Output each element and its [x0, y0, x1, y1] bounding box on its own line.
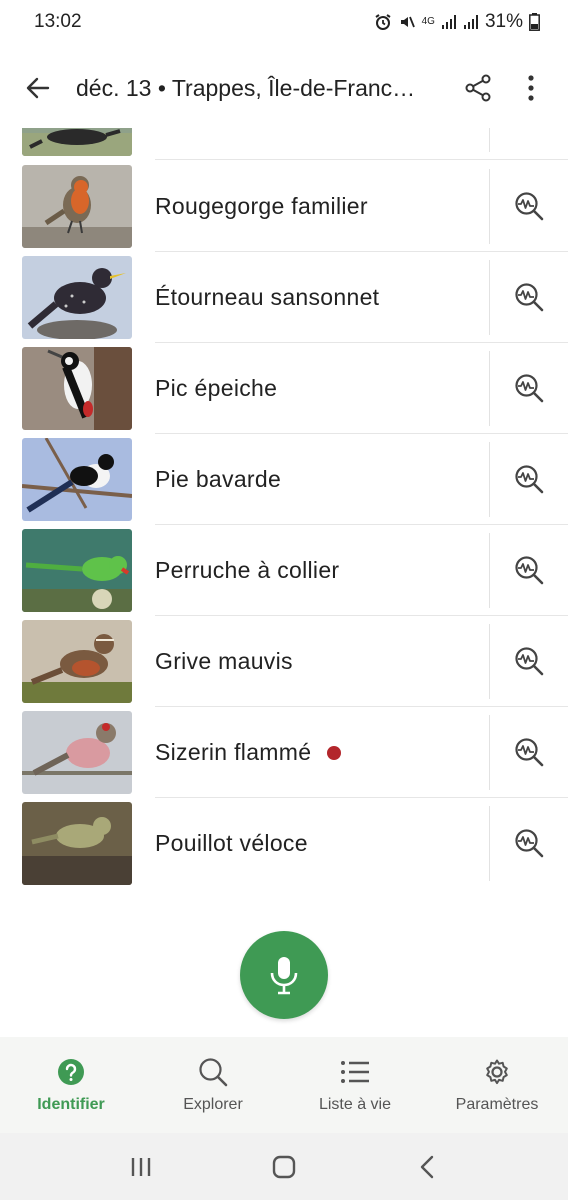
bird-photo	[22, 620, 132, 703]
recent-apps-icon	[132, 1157, 151, 1176]
spectrogram-search-icon	[515, 738, 544, 767]
bird-name: Grive mauvis	[155, 648, 293, 674]
tab-life-list[interactable]: Liste à vie	[284, 1037, 426, 1133]
page-title: déc. 13 • Trappes, Île-de-Franc…	[76, 74, 416, 101]
spectrogram-search-button[interactable]	[506, 365, 552, 411]
status-time: 13:02	[34, 11, 82, 32]
list-item[interactable]: Sizerin flammé	[0, 707, 568, 798]
battery-percent: 31%	[484, 11, 523, 32]
recent-apps-button[interactable]	[111, 1142, 171, 1192]
spectrogram-search-icon	[515, 192, 544, 221]
spectrogram-search-icon	[515, 283, 544, 312]
bird-photo	[22, 711, 132, 794]
signal-icon	[441, 15, 456, 29]
tab-label: Explorer	[183, 1096, 243, 1113]
bird-name: Pic épeiche	[155, 375, 278, 401]
tab-identify[interactable]: Identifier	[0, 1037, 142, 1133]
status-icons: 4G 31%	[374, 11, 540, 33]
app-bar: déc. 13 • Trappes, Île-de-Franc…	[0, 56, 568, 120]
signal-icon-2	[463, 15, 478, 29]
spectrogram-search-button[interactable]	[506, 729, 552, 775]
gear-icon	[486, 1059, 508, 1085]
bird-photo	[22, 438, 132, 521]
list-item[interactable]: Étourneau sansonnet	[0, 252, 568, 343]
status-bar: 13:02 4G 31%	[0, 0, 568, 44]
tab-settings[interactable]: Paramètres	[426, 1037, 568, 1133]
share-button[interactable]	[450, 56, 506, 120]
mute-icon	[400, 16, 415, 28]
bird-name: Pie bavarde	[155, 466, 282, 492]
bottom-navigation: Identifier Explorer Liste à vie Paramètr…	[0, 1037, 568, 1133]
bird-photo	[22, 529, 132, 612]
network-type: 4G	[421, 16, 435, 27]
spectrogram-search-button[interactable]	[506, 183, 552, 229]
tab-label: Identifier	[37, 1096, 105, 1113]
tab-label: Paramètres	[455, 1096, 539, 1113]
record-button[interactable]	[240, 931, 328, 1019]
bird-name: Sizerin flammé	[155, 739, 312, 765]
chevron-left-icon	[420, 1155, 433, 1178]
spectrogram-search-icon	[515, 829, 544, 858]
bird-name: Perruche à collier	[155, 557, 340, 583]
alarm-icon	[375, 14, 391, 30]
arrow-left-icon	[26, 77, 50, 99]
system-navigation-bar	[0, 1133, 568, 1200]
list-item[interactable]: Grive mauvis	[0, 616, 568, 707]
bird-name: Rougegorge familier	[155, 193, 368, 219]
spectrogram-search-button[interactable]	[506, 274, 552, 320]
list-item[interactable]: Pie bavarde	[0, 434, 568, 525]
bird-name: Étourneau sansonnet	[155, 284, 380, 310]
bird-photo	[22, 802, 132, 885]
list-item[interactable]: Pic épeiche	[0, 343, 568, 434]
list-item[interactable]: Perruche à collier	[0, 525, 568, 616]
spectrogram-search-icon	[515, 374, 544, 403]
list-item[interactable]	[0, 128, 568, 160]
list-item[interactable]: Pouillot véloce	[0, 798, 568, 889]
battery-icon	[529, 13, 540, 31]
home-icon	[272, 1155, 296, 1178]
more-vert-icon	[528, 75, 534, 101]
spectrogram-search-button[interactable]	[506, 456, 552, 502]
more-options-button[interactable]	[506, 56, 556, 120]
tab-explore[interactable]: Explorer	[142, 1037, 284, 1133]
bird-name-with-new-marker: Sizerin flammé	[155, 707, 342, 798]
bird-photo	[22, 128, 132, 156]
help-circle-icon	[58, 1059, 84, 1085]
bird-photo	[22, 165, 132, 248]
spectrogram-search-button[interactable]	[506, 820, 552, 866]
tab-label: Liste à vie	[318, 1096, 392, 1113]
bird-name: Pouillot véloce	[155, 830, 308, 856]
list-icon	[341, 1061, 369, 1083]
spectrogram-search-icon	[515, 556, 544, 585]
new-species-dot	[327, 745, 342, 760]
list-item[interactable]: Rougegorge familier	[0, 161, 568, 252]
microphone-icon	[270, 957, 298, 995]
bird-photo	[22, 256, 132, 339]
bird-list: Rougegorge familier Étourneau sansonnet …	[0, 128, 568, 898]
back-button[interactable]	[0, 56, 76, 120]
spectrogram-search-button[interactable]	[506, 638, 552, 684]
share-icon	[465, 74, 491, 102]
spectrogram-search-button[interactable]	[506, 547, 552, 593]
bird-photo	[22, 347, 132, 430]
home-button[interactable]	[254, 1142, 314, 1192]
spectrogram-search-icon	[515, 465, 544, 494]
search-icon	[199, 1058, 228, 1087]
spectrogram-search-icon	[515, 647, 544, 676]
system-back-button[interactable]	[397, 1142, 457, 1192]
